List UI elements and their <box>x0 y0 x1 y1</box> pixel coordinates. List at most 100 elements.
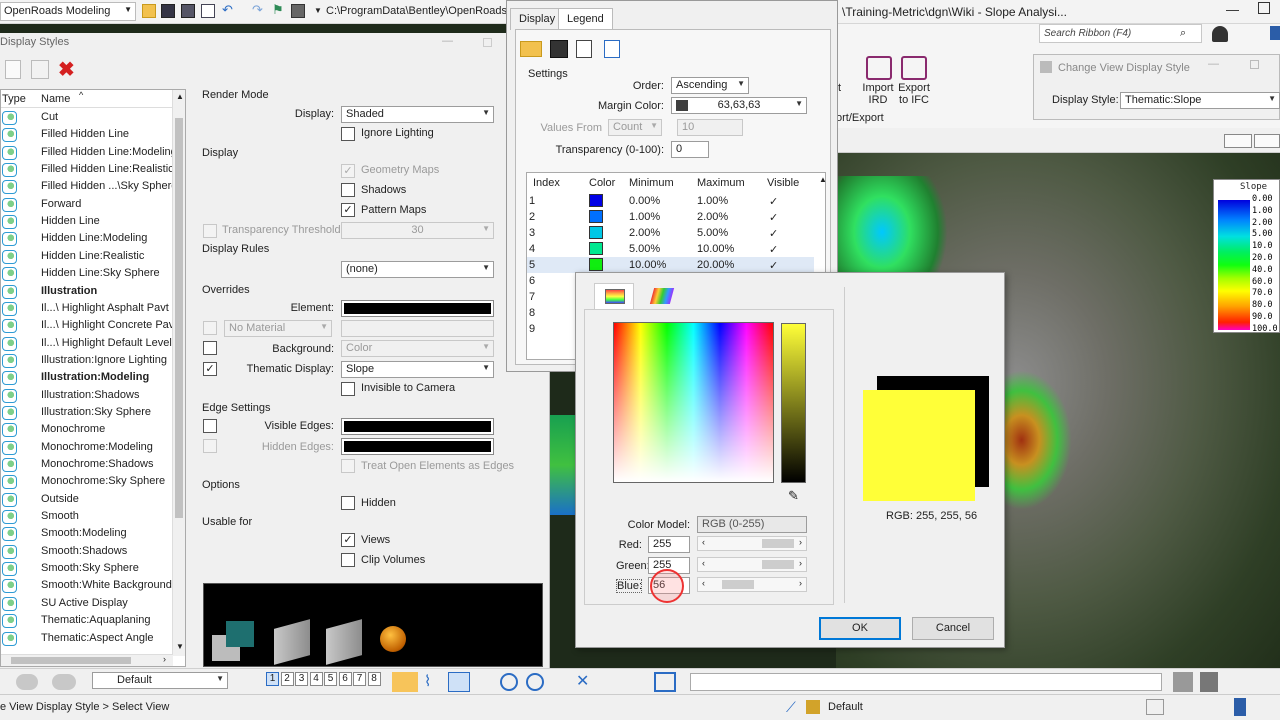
chevron-left-icon[interactable]: ‹ <box>702 558 705 568</box>
luminance-bar[interactable] <box>781 323 806 483</box>
color-swatch[interactable] <box>589 242 603 255</box>
ignore-lighting-checkbox[interactable] <box>341 127 355 141</box>
treat-open-elements-checkbox[interactable] <box>341 459 355 473</box>
visible-edges-checkbox[interactable] <box>203 419 217 433</box>
list-item[interactable]: Thematic:Aspect Angle <box>1 631 173 648</box>
copy-style-icon[interactable] <box>31 60 49 79</box>
hidden-edges-picker[interactable] <box>341 438 494 455</box>
table-row[interactable]: 4 5.00% 10.00% ✓ <box>527 241 814 257</box>
column-header[interactable]: Index <box>533 177 560 189</box>
list-item[interactable]: Hidden Line:Modeling <box>1 231 173 248</box>
save-icon[interactable] <box>161 4 175 18</box>
import-ird-icon[interactable] <box>866 56 892 80</box>
shadows-checkbox[interactable] <box>341 183 355 197</box>
red-field[interactable]: 255 <box>648 536 690 553</box>
list-item[interactable]: Smooth:Modeling <box>1 526 173 543</box>
minimize-button[interactable]: — <box>1226 2 1239 17</box>
invisible-to-camera-checkbox[interactable] <box>341 382 355 396</box>
slider-thumb[interactable] <box>762 539 794 548</box>
import-ird-button[interactable]: Import IRD <box>862 82 894 106</box>
list-item[interactable]: Filled Hidden Line:Modeling <box>1 145 173 162</box>
display-mode-dropdown[interactable]: Shaded ▼ <box>341 106 494 123</box>
material-dropdown[interactable]: No Material ▼ <box>224 320 332 337</box>
views-checkbox[interactable]: ✓ <box>341 533 355 547</box>
background-dropdown[interactable]: Color ▼ <box>341 340 494 357</box>
table-row[interactable]: 2 1.00% 2.00% ✓ <box>527 209 814 225</box>
view-2-button[interactable]: 2 <box>280 672 294 686</box>
maximize-button[interactable] <box>1250 60 1259 69</box>
values-from-dropdown[interactable]: Count ▼ <box>608 119 662 136</box>
undo-icon[interactable]: ↶ <box>222 3 236 18</box>
hidden-edges-checkbox[interactable] <box>203 439 217 453</box>
chevron-left-icon[interactable]: ‹ <box>702 578 705 588</box>
list-item[interactable]: Illustration:Ignore Lighting <box>1 353 173 370</box>
visible-check[interactable]: ✓ <box>769 211 778 224</box>
list-item[interactable]: Il...\ Highlight Concrete Pavt <box>1 318 173 335</box>
list-item[interactable]: Monochrome:Shadows <box>1 457 173 474</box>
redo-icon[interactable]: ↷ <box>252 3 266 18</box>
chevron-right-icon[interactable]: › <box>799 558 802 568</box>
list-item[interactable]: Smooth:Sky Sphere <box>1 561 173 578</box>
view-5-button[interactable]: 5 <box>324 672 337 686</box>
tab-true-color[interactable] <box>594 283 634 309</box>
point-icon[interactable]: ⌇ <box>424 672 444 692</box>
visible-check[interactable]: ✓ <box>769 259 778 272</box>
minimize-button[interactable]: — <box>442 35 453 47</box>
view-7-button[interactable]: 7 <box>353 672 366 686</box>
list-item[interactable]: Thematic:Aquaplaning <box>1 613 173 630</box>
maximize-button[interactable] <box>483 38 492 47</box>
transparency-field[interactable]: 0 <box>671 141 709 158</box>
color-swatch[interactable] <box>589 258 603 271</box>
thematic-display-checkbox[interactable]: ✓ <box>203 362 217 376</box>
list-item[interactable]: Hidden Line:Sky Sphere <box>1 266 173 283</box>
minimize-button[interactable]: — <box>1208 58 1219 70</box>
table-row[interactable]: 1 0.00% 1.00% ✓ <box>527 193 814 209</box>
list-item[interactable]: Forward <box>1 197 173 214</box>
column-header[interactable]: Maximum <box>697 177 745 189</box>
red-slider[interactable]: ‹ › <box>697 536 807 551</box>
command-input[interactable] <box>690 673 1162 691</box>
import-icon[interactable] <box>604 40 620 58</box>
pattern-maps-checkbox[interactable]: ✓ <box>341 203 355 217</box>
hidden-checkbox[interactable] <box>341 496 355 510</box>
list-item[interactable]: Smooth <box>1 509 173 526</box>
level-icon[interactable] <box>52 674 76 690</box>
chevron-down-icon[interactable]: ▼ <box>314 6 322 15</box>
color-swatch[interactable] <box>589 210 603 223</box>
display-rules-dropdown[interactable]: (none) ▼ <box>341 261 494 278</box>
list-item[interactable]: Illustration:Shadows <box>1 388 173 405</box>
list-item[interactable]: Cut <box>1 110 173 127</box>
view-6-button[interactable]: 6 <box>338 672 352 686</box>
scroll-down-icon[interactable]: ▼ <box>176 642 184 651</box>
list-item[interactable]: Monochrome <box>1 422 173 439</box>
maximize-button[interactable] <box>1258 2 1270 14</box>
list-item[interactable]: Hidden Line:Realistic <box>1 249 173 266</box>
scroll-thumb[interactable] <box>11 657 131 664</box>
view-attributes-icon[interactable] <box>392 672 418 692</box>
clip-volumes-checkbox[interactable] <box>341 553 355 567</box>
export-icon[interactable] <box>576 40 592 58</box>
list-item[interactable]: Il...\ Highlight Asphalt Pavt <box>1 301 173 318</box>
ok-button[interactable]: OK <box>819 617 901 640</box>
list-item[interactable]: Outside <box>1 492 173 509</box>
column-name[interactable]: Name <box>41 93 70 105</box>
toggle-icon[interactable] <box>16 674 38 690</box>
thematic-display-dropdown[interactable]: Slope ▼ <box>341 361 494 378</box>
slider-thumb[interactable] <box>762 560 794 569</box>
eyedropper-icon[interactable]: ✎ <box>788 488 799 504</box>
scroll-thumb[interactable] <box>175 118 183 518</box>
transparency-threshold-checkbox[interactable] <box>203 224 217 238</box>
list-item[interactable]: Illustration:Modeling <box>1 370 173 387</box>
open-folder-icon[interactable] <box>142 4 156 18</box>
tool-settings-icon[interactable] <box>1173 672 1193 692</box>
print-icon[interactable] <box>291 4 305 18</box>
intersect-snap-icon[interactable]: ✕ <box>576 671 589 691</box>
export-ifc-icon[interactable] <box>901 56 927 80</box>
open-folder-icon[interactable] <box>520 41 542 57</box>
table-row[interactable]: 3 2.00% 5.00% ✓ <box>527 225 814 241</box>
geometry-maps-checkbox[interactable]: ✓ <box>341 164 355 178</box>
accudraw-icon[interactable]: ⟋ <box>786 699 796 716</box>
search-tool-icon[interactable] <box>1200 672 1218 692</box>
margin-color-dropdown[interactable]: 63,63,63 ▼ <box>671 97 807 114</box>
tab-color-book[interactable] <box>646 285 676 309</box>
